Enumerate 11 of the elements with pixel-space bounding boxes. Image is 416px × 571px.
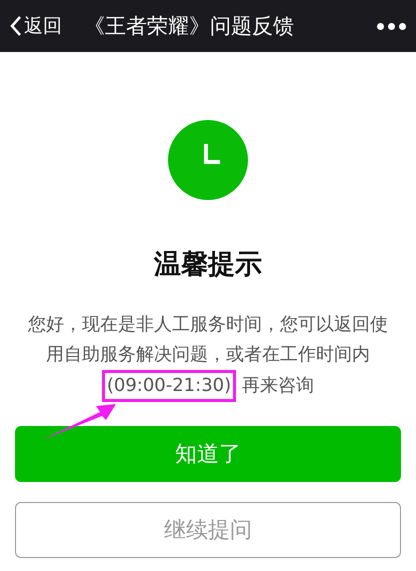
back-icon — [10, 15, 22, 37]
notice-title: 温馨提示 — [154, 248, 262, 282]
continue-button[interactable]: 继续提问 — [15, 502, 401, 558]
confirm-button[interactable]: 知道了 — [15, 426, 401, 482]
more-button[interactable] — [377, 22, 406, 30]
page-title: 《王者荣耀》问题反馈 — [84, 13, 295, 40]
notice-text: 再来咨询 — [242, 374, 314, 398]
highlight-box: (09:00-21:30) — [102, 370, 236, 402]
back-button[interactable]: 返回 — [10, 13, 84, 39]
notice-text: 您好，现在是非人工服务时间，您可以返回使用自助服务解决问题，或者在工作时间内 — [27, 313, 389, 367]
clock-icon — [168, 120, 248, 200]
